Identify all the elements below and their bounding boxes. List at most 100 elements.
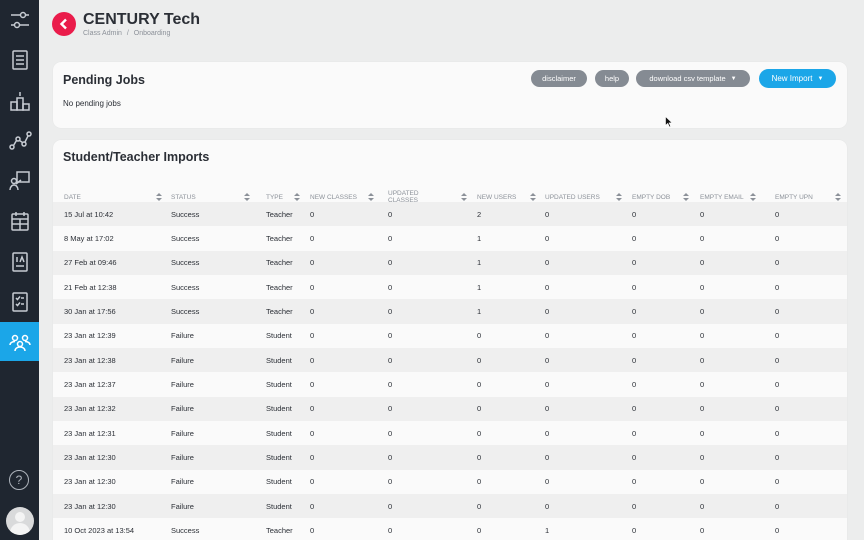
table-cell-date: 10 Oct 2023 at 13:54 bbox=[64, 525, 135, 535]
table-cell-new-users: 0 bbox=[477, 379, 482, 389]
sidebar-item-calendar[interactable] bbox=[0, 201, 39, 240]
table-cell-new-classes: 0 bbox=[310, 501, 315, 511]
help-button[interactable]: help bbox=[595, 70, 629, 87]
table-cell-empty-upn: 0 bbox=[775, 525, 780, 535]
table-cell-empty-email: 0 bbox=[700, 452, 705, 462]
sidebar-item-leaderboard[interactable] bbox=[0, 81, 39, 120]
sort-icon[interactable] bbox=[461, 193, 467, 201]
table-cell-status: Failure bbox=[171, 379, 194, 389]
table-row[interactable]: 23 Jan at 12:38 Failure Student 0 0 0 0 0 0 0 bbox=[53, 347, 847, 373]
table-cell-updated-users: 0 bbox=[545, 258, 550, 268]
table-cell-date: 27 Feb at 09:46 bbox=[64, 258, 117, 268]
table-cell-new-users: 0 bbox=[477, 428, 482, 438]
sidebar-item-pathways[interactable] bbox=[0, 121, 39, 160]
sort-icon[interactable] bbox=[835, 193, 841, 201]
imports-table-body: 15 Jul at 10:42 Success Teacher 0 0 2 0 0 0 0 8 Ma… bbox=[53, 202, 847, 540]
sidebar-item-settings[interactable] bbox=[0, 0, 39, 39]
table-cell-updated-users: 0 bbox=[545, 428, 550, 438]
breadcrumb: Class Admin / Onboarding bbox=[83, 30, 170, 37]
table-cell-updated-classes: 0 bbox=[388, 428, 393, 438]
table-cell-updated-users: 0 bbox=[545, 209, 550, 219]
disclaimer-button[interactable]: disclaimer bbox=[531, 70, 587, 87]
table-cell-new-users: 1 bbox=[477, 258, 482, 268]
new-import-button[interactable]: New Import ▼ bbox=[759, 69, 836, 88]
table-cell-updated-classes: 0 bbox=[388, 306, 393, 316]
sort-icon[interactable] bbox=[156, 193, 162, 201]
table-cell-empty-email: 0 bbox=[700, 379, 705, 389]
help-icon[interactable]: ? bbox=[9, 470, 29, 490]
table-cell-type: Teacher bbox=[266, 525, 293, 535]
sidebar-item-users[interactable] bbox=[0, 322, 39, 361]
table-cell-new-classes: 0 bbox=[310, 404, 315, 414]
table-cell-date: 23 Jan at 12:32 bbox=[64, 404, 116, 414]
table-cell-updated-users: 0 bbox=[545, 282, 550, 292]
avatar[interactable] bbox=[6, 507, 34, 535]
table-cell-empty-upn: 0 bbox=[775, 404, 780, 414]
breadcrumb-separator: / bbox=[126, 30, 129, 37]
sort-icon[interactable] bbox=[750, 193, 756, 201]
table-cell-updated-classes: 0 bbox=[388, 379, 393, 389]
table-cell-updated-classes: 0 bbox=[388, 452, 393, 462]
table-cell-empty-upn: 0 bbox=[775, 233, 780, 243]
table-cell-updated-classes: 0 bbox=[388, 525, 393, 535]
table-cell-updated-classes: 0 bbox=[388, 331, 393, 341]
table-cell-empty-email: 0 bbox=[700, 501, 705, 511]
table-cell-status: Success bbox=[171, 306, 200, 316]
table-row[interactable]: 15 Jul at 10:42 Success Teacher 0 0 2 0 0 0 0 bbox=[53, 202, 847, 227]
table-cell-updated-users: 0 bbox=[545, 233, 550, 243]
table-cell-empty-dob: 0 bbox=[632, 306, 637, 316]
table-row[interactable]: 8 May at 17:02 Success Teacher 0 0 1 0 0 0 0 bbox=[53, 226, 847, 251]
table-cell-status: Success bbox=[171, 525, 200, 535]
table-cell-date: 30 Jan at 17:56 bbox=[64, 306, 116, 316]
table-row[interactable]: 10 Oct 2023 at 13:54 Success Teacher 0 0 0 1 0 0… bbox=[53, 518, 847, 540]
sort-icon[interactable] bbox=[683, 193, 689, 201]
table-cell-empty-dob: 0 bbox=[632, 404, 637, 414]
table-cell-updated-classes: 0 bbox=[388, 209, 393, 219]
breadcrumb-item-onboarding[interactable]: Onboarding bbox=[134, 30, 171, 37]
sidebar-item-teaching[interactable] bbox=[0, 161, 39, 200]
table-cell-status: Failure bbox=[171, 452, 194, 462]
download-csv-template-button[interactable]: download csv template ▼ bbox=[636, 70, 750, 87]
table-cell-new-users: 0 bbox=[477, 452, 482, 462]
sidebar-item-courses[interactable] bbox=[0, 40, 39, 79]
back-button[interactable] bbox=[52, 12, 76, 36]
table-row[interactable]: 23 Jan at 12:32 Failure Student 0 0 0 0 0 0 0 bbox=[53, 396, 847, 421]
sidebar-item-tasks[interactable] bbox=[0, 282, 39, 321]
table-row[interactable]: 23 Jan at 12:30 Failure Student 0 0 0 0 0 0 0 bbox=[53, 445, 847, 470]
table-cell-updated-users: 0 bbox=[545, 452, 550, 462]
table-row[interactable]: 23 Jan at 12:30 Failure Student 0 0 0 0 0 0 0 bbox=[53, 493, 847, 519]
table-row[interactable]: 23 Jan at 12:37 Failure Student 0 0 0 0 0 0 0 bbox=[53, 372, 847, 397]
sort-icon[interactable] bbox=[368, 193, 374, 201]
table-cell-updated-users: 0 bbox=[545, 404, 550, 414]
table-cell-status: Failure bbox=[171, 477, 194, 487]
table-cell-status: Failure bbox=[171, 404, 194, 414]
table-cell-empty-email: 0 bbox=[700, 282, 705, 292]
table-cell-empty-dob: 0 bbox=[632, 282, 637, 292]
pending-jobs-title: Pending Jobs bbox=[63, 73, 145, 87]
nodes-icon bbox=[8, 130, 32, 150]
sort-icon[interactable] bbox=[294, 193, 300, 201]
sort-icon[interactable] bbox=[616, 193, 622, 201]
help-button-label: help bbox=[604, 74, 620, 83]
table-cell-empty-upn: 0 bbox=[775, 428, 780, 438]
sort-icon[interactable] bbox=[244, 193, 250, 201]
sidebar-item-assessments[interactable] bbox=[0, 242, 39, 281]
table-cell-status: Failure bbox=[171, 428, 194, 438]
table-row[interactable]: 23 Jan at 12:39 Failure Student 0 0 0 0 0 0 0 bbox=[53, 323, 847, 348]
table-row[interactable]: 27 Feb at 09:46 Success Teacher 0 0 1 0 0 0 0 bbox=[53, 250, 847, 275]
table-cell-date: 23 Jan at 12:30 bbox=[64, 477, 116, 487]
table-cell-new-users: 0 bbox=[477, 525, 482, 535]
table-cell-new-classes: 0 bbox=[310, 452, 315, 462]
breadcrumb-item-class-admin[interactable]: Class Admin bbox=[83, 30, 122, 37]
sort-icon[interactable] bbox=[530, 193, 536, 201]
table-row[interactable]: 30 Jan at 17:56 Success Teacher 0 0 1 0 0 0 0 bbox=[53, 299, 847, 324]
column-header-label: New Classes bbox=[310, 193, 357, 201]
table-cell-date: 23 Jan at 12:39 bbox=[64, 331, 116, 341]
table-row[interactable]: 23 Jan at 12:30 Failure Student 0 0 0 0 0 0 0 bbox=[53, 469, 847, 494]
table-row[interactable]: 23 Jan at 12:31 Failure Student 0 0 0 0 0 0 0 bbox=[53, 420, 847, 446]
table-row[interactable]: 21 Feb at 12:38 Success Teacher 0 0 1 0 0 0 0 bbox=[53, 274, 847, 300]
table-cell-type: Teacher bbox=[266, 233, 293, 243]
page-header: CENTURY Tech Class Admin / Onboarding bbox=[39, 0, 864, 50]
chevron-left-icon bbox=[59, 18, 67, 30]
table-cell-empty-email: 0 bbox=[700, 525, 705, 535]
